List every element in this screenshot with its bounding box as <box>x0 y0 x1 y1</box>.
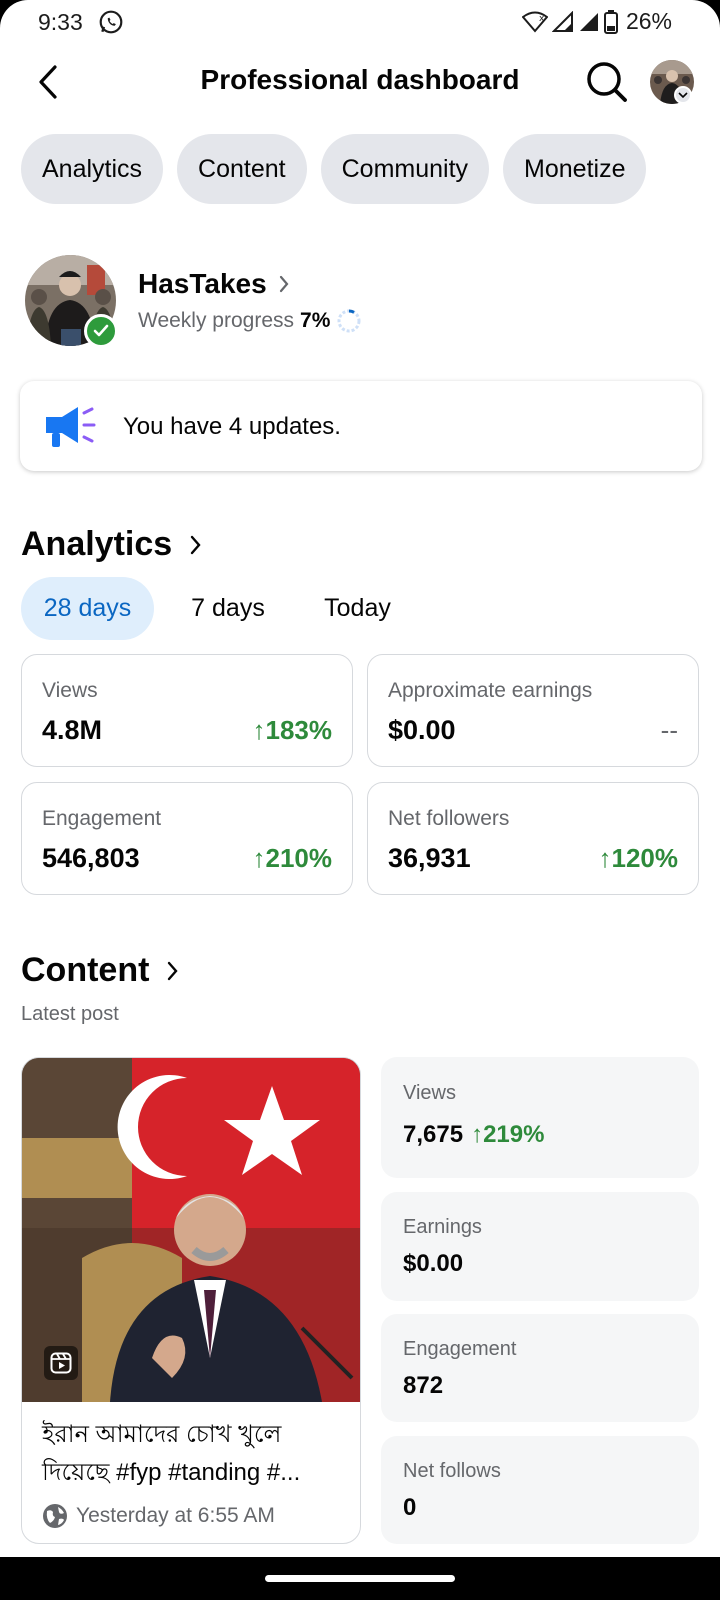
metric-value: $0.00 <box>388 715 456 745</box>
range-tab-7-days[interactable]: 7 days <box>168 577 288 640</box>
progress-ring-icon <box>337 309 361 333</box>
content-title: Content <box>21 951 150 989</box>
screen: 9:33 x 26% Professional dashboard Analyt… <box>0 0 720 1600</box>
reel-icon <box>44 1346 78 1380</box>
metric-card-earnings[interactable]: Approximate earnings $0.00 -- <box>367 654 699 767</box>
stat-value: 7,675 ↑219% <box>403 1121 545 1148</box>
stat-value: 872 <box>403 1372 444 1399</box>
metric-card-engagement[interactable]: Engagement 546,803 ↑210% <box>21 782 353 895</box>
stat-label: Earnings <box>403 1216 482 1238</box>
svg-text:x: x <box>539 14 545 24</box>
profile-name-link[interactable]: HasTakes <box>138 268 289 300</box>
stat-label: Engagement <box>403 1338 517 1360</box>
search-icon <box>587 62 627 102</box>
latest-post-card[interactable]: ইরান আমাদের চোখ খুলে দিয়েছে #fyp #tandi… <box>21 1057 361 1544</box>
category-chips: Analytics Content Community Monetize <box>21 134 647 204</box>
metric-label: Views <box>42 679 98 702</box>
analytics-title: Analytics <box>21 525 173 563</box>
chip-analytics[interactable]: Analytics <box>21 134 164 204</box>
whatsapp-icon <box>99 10 123 34</box>
stat-value: 0 <box>403 1494 417 1521</box>
system-nav-bar <box>0 1557 720 1600</box>
post-time-text: Yesterday at 6:55 AM <box>76 1504 275 1527</box>
post-caption: ইরান আমাদের চোখ খুলে দিয়েছে #fyp #tandi… <box>42 1421 301 1486</box>
post-stat-net-follows[interactable]: Net follows 0 <box>381 1436 699 1544</box>
chip-monetize[interactable]: Monetize <box>503 134 647 204</box>
signal-icon-2 <box>579 12 598 31</box>
profile-name: HasTakes <box>138 268 267 299</box>
status-time: 9:33 <box>38 9 83 35</box>
stat-value: $0.00 <box>403 1250 464 1277</box>
metric-value: 4.8M <box>42 715 103 745</box>
metric-change: ↑120% <box>598 843 679 873</box>
verified-check-icon <box>84 314 118 348</box>
signal-icon <box>551 10 573 32</box>
stat-label: Views <box>403 1082 456 1104</box>
post-stat-views[interactable]: Views 7,675 ↑219% <box>381 1057 699 1178</box>
latest-post-label: Latest post <box>21 1003 119 1025</box>
stat-change: ↑219% <box>471 1121 545 1148</box>
metric-value: 546,803 <box>42 843 140 873</box>
chevron-right-icon <box>168 961 179 980</box>
stat-label: Net follows <box>403 1460 501 1482</box>
megaphone-icon <box>46 407 96 447</box>
home-gesture-pill[interactable] <box>265 1575 455 1582</box>
battery-percent: 26% <box>625 8 672 34</box>
post-stat-earnings[interactable]: Earnings $0.00 <box>381 1192 699 1301</box>
chevron-down-icon <box>678 92 688 99</box>
chip-community[interactable]: Community <box>320 134 490 204</box>
weekly-progress-label: Weekly progress <box>138 309 295 332</box>
post-time: Yesterday at 6:55 AM <box>42 1503 275 1529</box>
chip-content[interactable]: Content <box>177 134 307 204</box>
wifi-icon: x <box>521 11 548 33</box>
status-bar: 9:33 x 26% <box>0 0 720 46</box>
weekly-progress-value: 7% <box>300 309 331 332</box>
search-button[interactable] <box>585 60 629 104</box>
updates-text: You have 4 updates. <box>123 413 341 440</box>
status-icons: x 26% <box>521 8 672 35</box>
metric-card-views[interactable]: Views 4.8M ↑183% <box>21 654 353 767</box>
range-tab-today[interactable]: Today <box>300 577 415 640</box>
metric-label: Approximate earnings <box>388 679 593 702</box>
metric-change: ↑210% <box>252 843 333 873</box>
chevron-right-icon <box>279 275 289 293</box>
post-stat-engagement[interactable]: Engagement 872 <box>381 1314 699 1422</box>
metric-label: Net followers <box>388 807 510 830</box>
account-switch-chevron[interactable] <box>674 86 692 104</box>
metric-change: ↑183% <box>252 715 333 745</box>
updates-card[interactable]: You have 4 updates. <box>20 381 702 471</box>
battery-icon <box>603 9 618 34</box>
analytics-section-link[interactable]: Analytics <box>21 525 201 564</box>
metric-card-net-followers[interactable]: Net followers 36,931 ↑120% <box>367 782 699 895</box>
metric-value: 36,931 <box>388 843 471 873</box>
metric-change: -- <box>660 715 678 745</box>
weekly-progress[interactable]: Weekly progress 7% <box>138 308 362 334</box>
range-tab-28-days[interactable]: 28 days <box>21 577 154 640</box>
chevron-right-icon <box>190 535 201 554</box>
metric-label: Engagement <box>42 807 162 830</box>
content-section-link[interactable]: Content <box>21 951 179 990</box>
globe-icon <box>43 1504 67 1528</box>
